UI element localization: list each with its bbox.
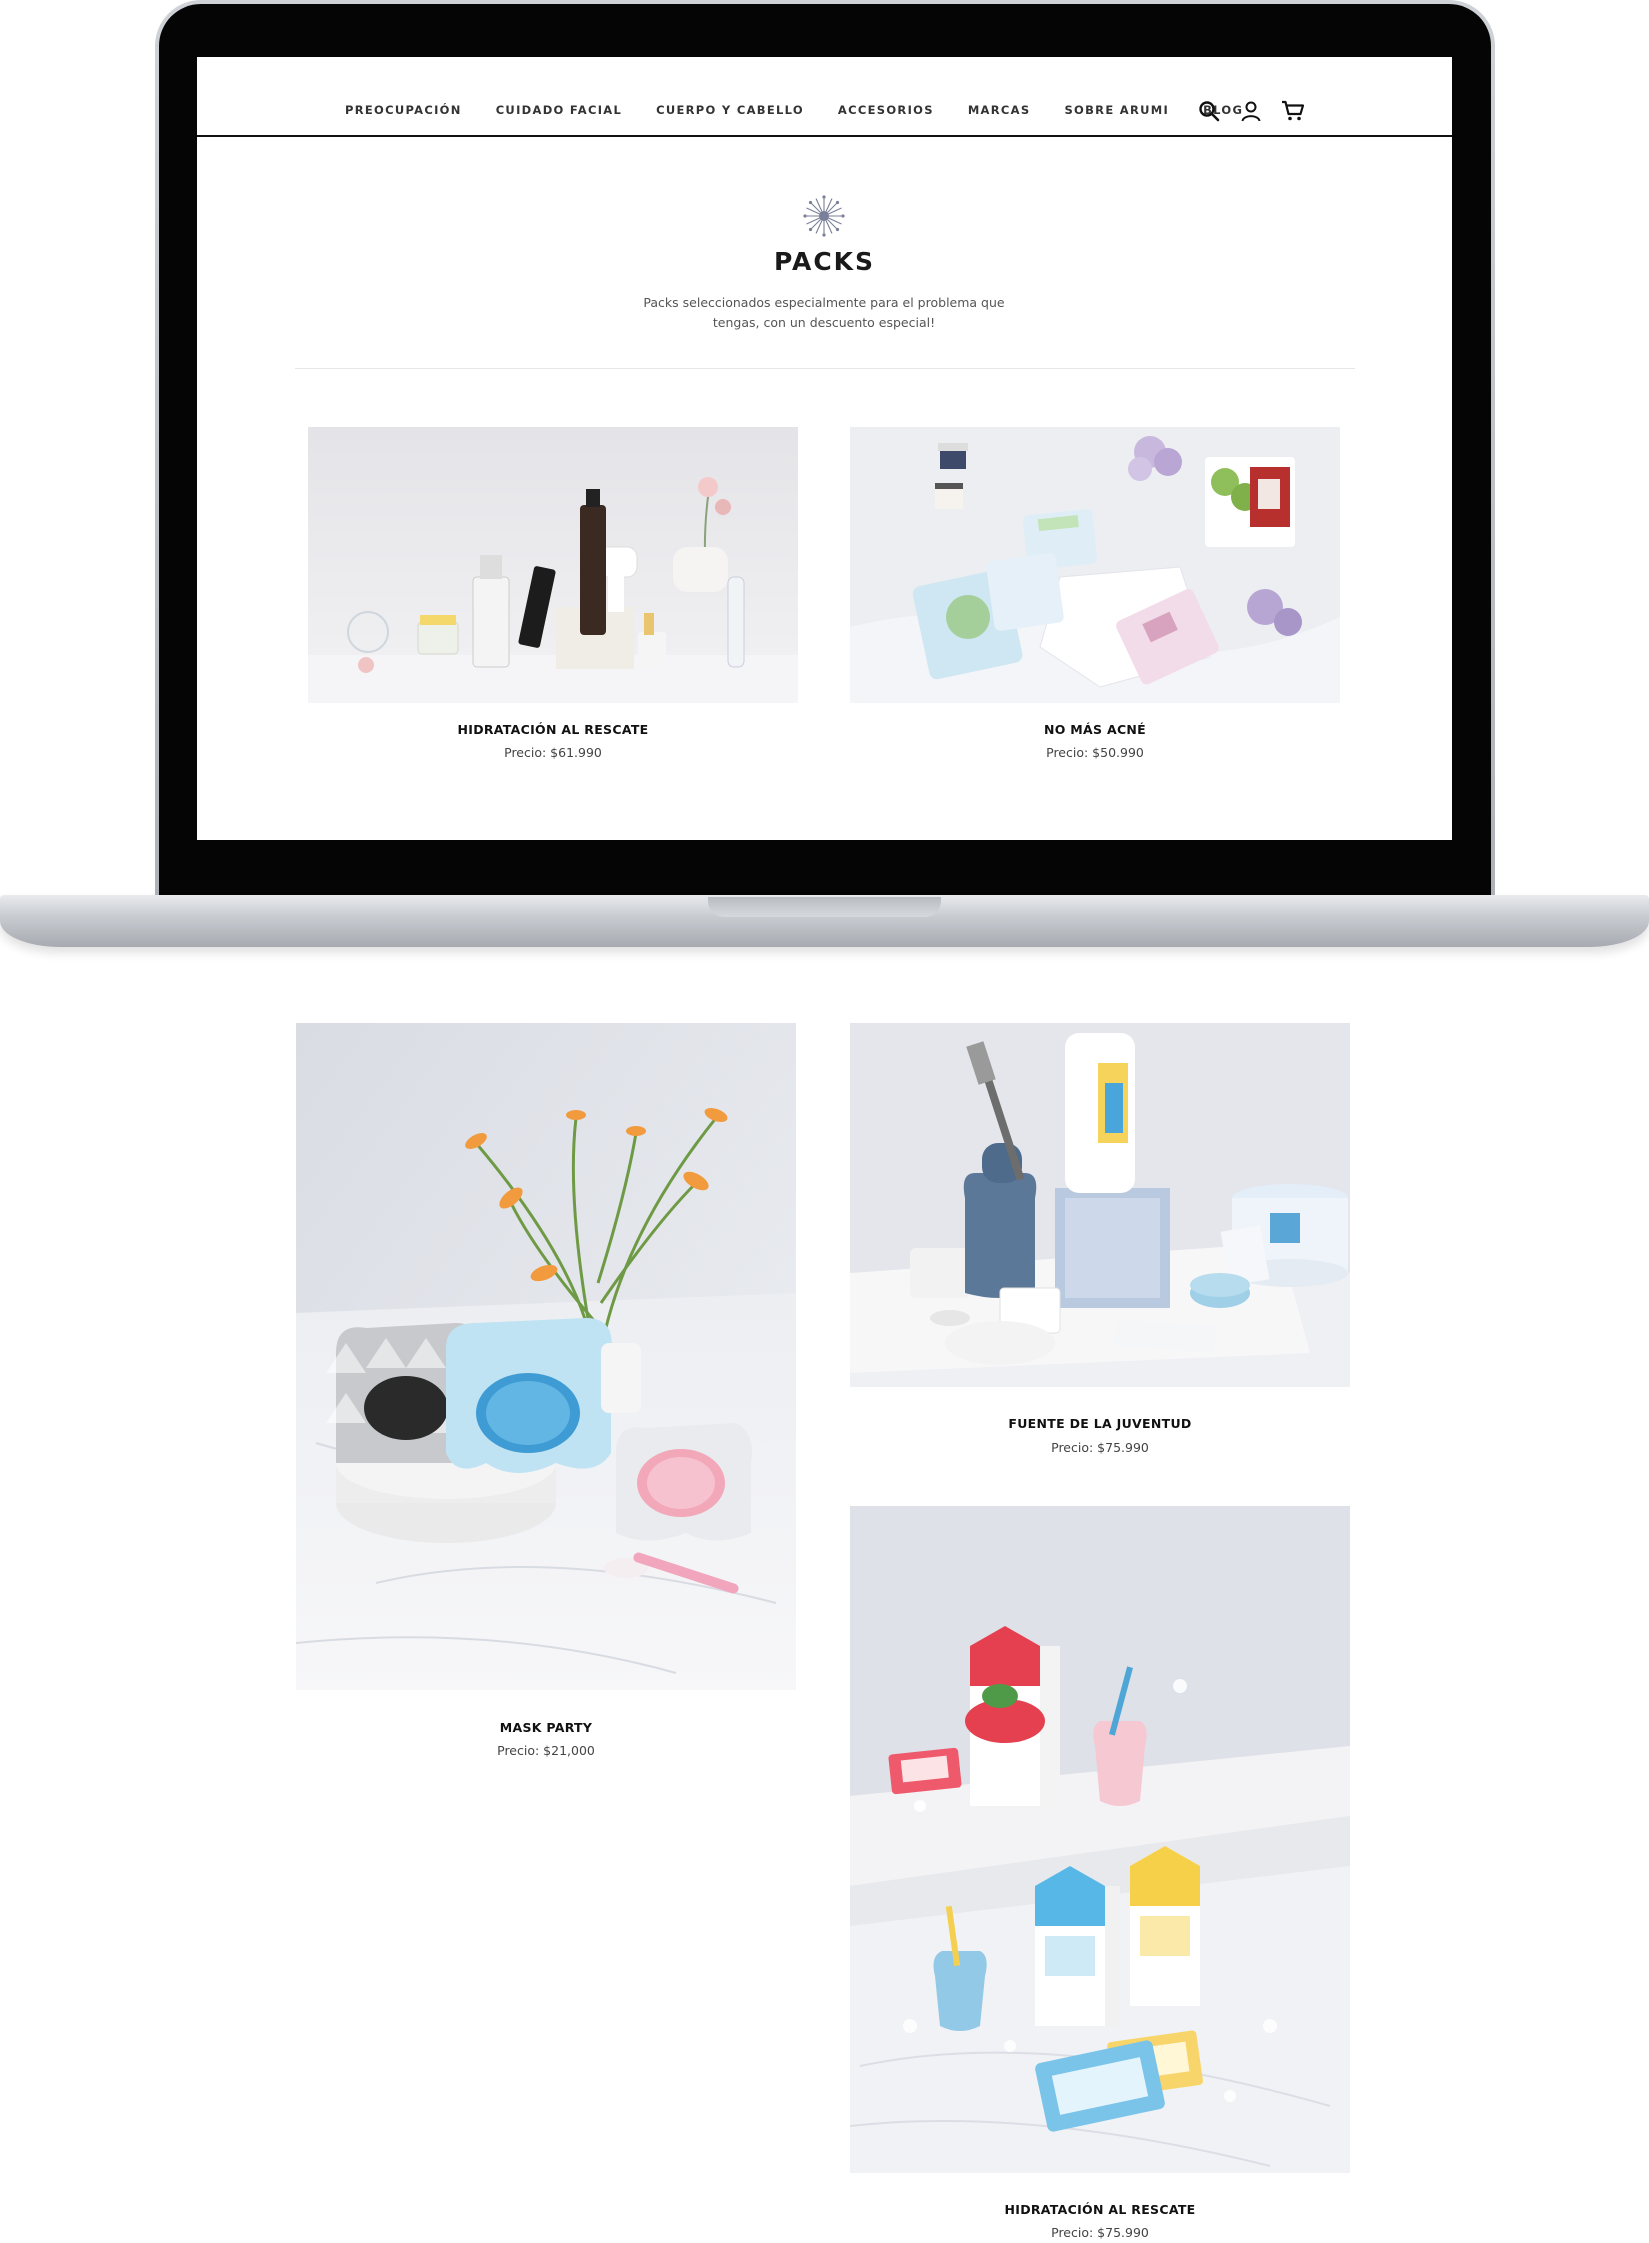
nav-item-marcas[interactable]: MARCAS (968, 103, 1031, 117)
flower-logo-icon (803, 195, 845, 237)
search-icon[interactable] (1195, 98, 1223, 124)
product-image-fuente-juventud[interactable] (850, 1023, 1350, 1387)
nav-menu: PREOCUPACIÓN CUIDADO FACIAL CUERPO Y CAB… (345, 103, 1277, 117)
page-subtitle: Packs seleccionados especialmente para e… (643, 295, 1005, 330)
product-image-real-milky[interactable] (850, 1506, 1350, 2173)
user-icon[interactable] (1237, 98, 1265, 124)
product-image-hidratacion[interactable] (308, 427, 798, 703)
product-name[interactable]: MASK PARTY (296, 1720, 796, 1735)
nav-item-cuidado-facial[interactable]: CUIDADO FACIAL (496, 103, 622, 117)
cart-icon[interactable] (1279, 98, 1307, 124)
product-price: Precio: $75.990 (1051, 2225, 1149, 2240)
nav-item-sobre-arumi[interactable]: SOBRE ARUMI (1064, 103, 1169, 117)
product-name[interactable]: NO MÁS ACNÉ (850, 722, 1340, 737)
product-name[interactable]: HIDRATACIÓN AL RESCATE (850, 2202, 1350, 2217)
product-price: Precio: $61.990 (504, 745, 602, 760)
nav-icons (1195, 98, 1307, 124)
product-price: Precio: $75.990 (1051, 1440, 1149, 1455)
product-name[interactable]: HIDRATACIÓN AL RESCATE (308, 722, 798, 737)
product-price: Precio: $50.990 (1046, 745, 1144, 760)
nav-item-preocupacion[interactable]: PREOCUPACIÓN (345, 103, 462, 117)
nav-item-accesorios[interactable]: ACCESORIOS (838, 103, 934, 117)
product-name[interactable]: FUENTE DE LA JUVENTUD (850, 1416, 1350, 1431)
header-divider (295, 368, 1355, 369)
product-price: Precio: $21,000 (497, 1743, 595, 1758)
product-image-mask-party[interactable] (296, 1023, 796, 1690)
page-title: PACKS (773, 247, 876, 276)
nav-item-cuerpo-y-cabello[interactable]: CUERPO Y CABELLO (656, 103, 804, 117)
laptop-notch (708, 897, 941, 917)
laptop-screen: PREOCUPACIÓN CUIDADO FACIAL CUERPO Y CAB… (197, 57, 1452, 840)
site-nav: PREOCUPACIÓN CUIDADO FACIAL CUERPO Y CAB… (197, 57, 1452, 137)
product-image-no-mas-acne[interactable] (850, 427, 1340, 703)
